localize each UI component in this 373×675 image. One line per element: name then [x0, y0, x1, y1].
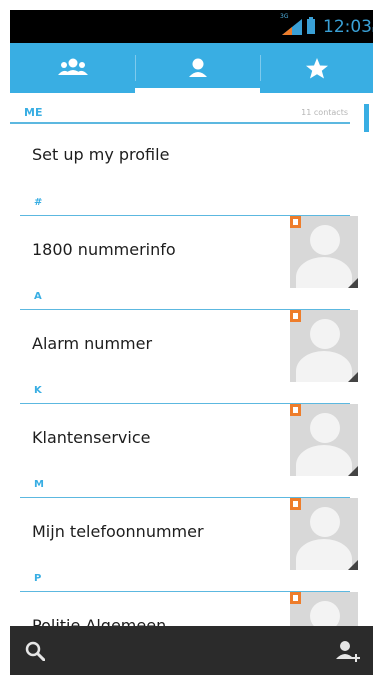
battery-icon — [307, 17, 315, 34]
me-section-header: ME 11 contacts — [10, 102, 350, 124]
contact-name: Mijn telefoonnummer — [32, 522, 204, 541]
contact-row[interactable]: Klantenservice — [20, 403, 358, 479]
contact-name: 1800 nummerinfo — [32, 240, 176, 259]
section-letter: K — [34, 385, 42, 396]
contact-name: Politie Algemeen — [32, 616, 167, 626]
search-button[interactable] — [10, 626, 60, 675]
add-contact-button[interactable] — [323, 626, 373, 675]
star-icon — [305, 57, 328, 78]
tab-contacts[interactable] — [135, 43, 260, 93]
tab-groups[interactable] — [10, 43, 135, 93]
sim-card-icon — [290, 216, 301, 228]
section-letter: P — [34, 573, 42, 584]
tab-favorites[interactable] — [260, 43, 373, 93]
groups-icon — [57, 58, 88, 75]
search-icon — [25, 641, 45, 661]
contact-row[interactable]: Mijn telefoonnummer — [20, 497, 358, 573]
bottom-action-bar — [10, 626, 373, 675]
add-contact-icon — [336, 640, 360, 662]
setup-profile-item[interactable]: Set up my profile — [32, 145, 169, 164]
contact-photo[interactable] — [290, 498, 358, 570]
clock-time: 12:03 — [323, 17, 372, 37]
contact-person-icon — [188, 58, 207, 77]
status-bar: 3G 12:03PM — [10, 10, 373, 43]
contact-photo[interactable] — [290, 310, 358, 382]
contacts-screen: 3G 12:03PM — [0, 0, 373, 675]
sim-card-icon — [290, 404, 301, 416]
tab-bar — [10, 43, 373, 93]
list-scrollbar[interactable] — [364, 104, 369, 132]
me-section-label: ME — [24, 106, 43, 119]
contact-name: Alarm nummer — [32, 334, 153, 353]
sim-card-icon — [290, 498, 301, 510]
sim-card-icon — [290, 310, 301, 322]
contact-row[interactable]: Alarm nummer — [20, 309, 358, 385]
contact-photo[interactable] — [290, 404, 358, 476]
contact-photo[interactable] — [290, 592, 358, 626]
section-letter: A — [34, 291, 42, 302]
contact-row[interactable]: 1800 nummerinfo — [20, 215, 358, 291]
section-letter: M — [34, 479, 44, 490]
contact-count: 11 contacts — [301, 108, 348, 117]
section-letter: # — [34, 197, 43, 208]
contact-name: Klantenservice — [32, 428, 151, 447]
sim-card-icon — [290, 592, 301, 604]
contact-row[interactable]: Politie Algemeen — [20, 591, 358, 626]
contact-list[interactable]: ME 11 contacts Set up my profile # 1800 … — [10, 93, 362, 626]
contact-photo[interactable] — [290, 216, 358, 288]
status-clock: 12:03PM — [323, 17, 373, 37]
signal-strength-icon — [282, 19, 302, 35]
